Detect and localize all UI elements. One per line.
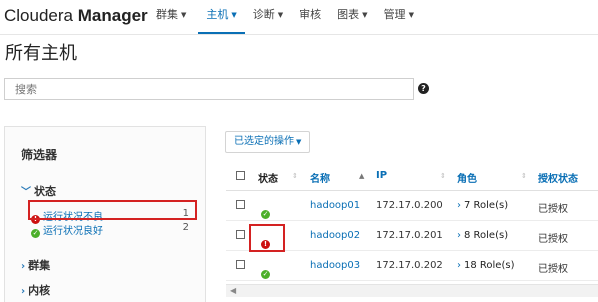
filter-section-kernel-label: 内核 — [28, 284, 51, 297]
host-ip: 172.17.0.201 — [376, 230, 443, 241]
page-title: 所有主机 — [5, 43, 77, 64]
roles-label: 18 Role(s) — [464, 260, 515, 271]
host-name-link[interactable]: hadoop02 — [310, 230, 360, 241]
chevron-right-icon: › — [21, 286, 26, 297]
row-checkbox[interactable] — [236, 260, 245, 269]
caret-down-icon: ▼ — [231, 11, 237, 19]
sort-icon: ▲ — [359, 172, 365, 180]
roles-toggle[interactable]: › 18 Role(s) — [457, 260, 514, 271]
filter-item-count: 2 — [182, 222, 189, 233]
filter-section-kernel[interactable]: › 内核 — [21, 282, 50, 298]
status-cell: ✓ — [261, 260, 270, 279]
nav-charts[interactable]: 图表 ▼ — [329, 0, 375, 32]
brand-name-bold: Manager — [77, 6, 148, 25]
column-header-ip[interactable]: IP — [376, 170, 387, 181]
nav-diagnostics-label: 诊断 — [252, 8, 275, 21]
caret-down-icon: ▼ — [362, 11, 368, 19]
chevron-right-icon: › — [457, 260, 461, 271]
row-checkbox[interactable] — [236, 200, 245, 209]
filter-item-label: 运行状况良好 — [43, 226, 103, 237]
column-header-name[interactable]: 名称 — [310, 170, 330, 185]
chevron-right-icon: › — [21, 261, 26, 272]
caret-down-icon: ▼ — [181, 11, 187, 19]
filter-item-good-health[interactable]: ✓ 运行状况良好 2 — [31, 222, 189, 238]
scroll-left-arrow-icon[interactable]: ◀ — [230, 285, 236, 297]
highlight-box-status-cell — [249, 224, 285, 252]
nav-hosts[interactable]: 主机 ▼ — [198, 0, 245, 34]
table-row: ✓ hadoop01 172.17.0.200 › 7 Role(s) 已授权 — [226, 191, 598, 221]
host-ip: 172.17.0.202 — [376, 260, 443, 271]
status-cell: ✓ — [261, 200, 270, 219]
table-header: 状态 ⇕ 名称 ▲ IP ⇕ 角色 ⇕ 授权状态 — [226, 164, 598, 191]
brand-name: Cloudera — [4, 6, 73, 25]
nav-diagnostics[interactable]: 诊断 ▼ — [245, 0, 291, 32]
selected-actions-button[interactable]: 已选定的操作 ▼ — [225, 131, 311, 153]
help-icon[interactable]: ? — [418, 83, 429, 94]
nav-audit[interactable]: 审核 — [291, 0, 329, 32]
roles-toggle[interactable]: › 7 Role(s) — [457, 200, 508, 211]
chevron-right-icon: › — [457, 200, 461, 211]
roles-label: 7 Role(s) — [464, 200, 509, 211]
caret-down-icon: ▼ — [296, 138, 302, 146]
roles-label: 8 Role(s) — [464, 230, 509, 241]
host-ip: 172.17.0.200 — [376, 200, 443, 211]
roles-toggle[interactable]: › 8 Role(s) — [457, 230, 508, 241]
chevron-right-icon: › — [457, 230, 461, 241]
nav-admin-label: 管理 — [383, 8, 406, 21]
brand-logo[interactable]: Cloudera Manager — [4, 6, 148, 26]
caret-down-icon: ▼ — [277, 11, 284, 19]
nav-clusters[interactable]: 群集 ▼ — [148, 0, 194, 32]
check-icon: ✓ — [261, 210, 270, 219]
main-nav: 群集 ▼ 主机 ▼ 诊断 ▼ 审核 图表 ▼ 管理 ▼ — [148, 0, 422, 34]
filter-section-status-label: 状态 — [34, 185, 56, 198]
hosts-table: 状态 ⇕ 名称 ▲ IP ⇕ 角色 ⇕ 授权状态 ✓ hadoop01 172.… — [226, 164, 598, 281]
filter-section-cluster[interactable]: › 群集 — [21, 257, 50, 273]
sort-icon: ⇕ — [440, 172, 446, 180]
column-header-auth[interactable]: 授权状态 — [538, 170, 578, 185]
highlight-box-filter — [28, 200, 197, 220]
chevron-down-icon: ﹀ — [21, 187, 31, 198]
nav-admin[interactable]: 管理 ▼ — [376, 0, 422, 32]
nav-clusters-label: 群集 — [156, 8, 178, 21]
sort-icon: ⇕ — [292, 172, 298, 180]
filter-section-status[interactable]: ﹀ 状态 — [21, 183, 56, 199]
filter-section-cluster-label: 群集 — [28, 259, 51, 272]
nav-audit-label: 审核 — [299, 8, 322, 21]
auth-status: 已授权 — [538, 264, 568, 275]
sort-icon: ⇕ — [521, 172, 527, 180]
select-all-checkbox[interactable] — [236, 171, 245, 180]
nav-charts-label: 图表 — [337, 8, 360, 21]
host-name-link[interactable]: hadoop01 — [310, 200, 360, 211]
table-row: ✓ hadoop03 172.17.0.202 › 18 Role(s) 已授权 — [226, 251, 598, 281]
host-name-link[interactable]: hadoop03 — [310, 260, 360, 271]
auth-status: 已授权 — [538, 234, 568, 245]
column-header-roles[interactable]: 角色 — [457, 170, 477, 185]
auth-status: 已授权 — [538, 204, 568, 215]
row-checkbox[interactable] — [236, 230, 245, 239]
search-input[interactable] — [4, 78, 414, 100]
check-icon: ✓ — [261, 270, 270, 279]
selected-actions-label: 已选定的操作 — [234, 136, 294, 147]
top-navbar: Cloudera Manager 群集 ▼ 主机 ▼ 诊断 ▼ 审核 图表 ▼ 管理 ▼ — [0, 0, 598, 35]
filters-title: 筛选器 — [21, 148, 58, 162]
horizontal-scrollbar[interactable]: ◀ — [226, 284, 598, 297]
check-icon: ✓ — [31, 229, 40, 238]
caret-down-icon: ▼ — [408, 11, 414, 19]
nav-hosts-label: 主机 — [206, 8, 229, 21]
column-header-status[interactable]: 状态 — [258, 170, 278, 185]
